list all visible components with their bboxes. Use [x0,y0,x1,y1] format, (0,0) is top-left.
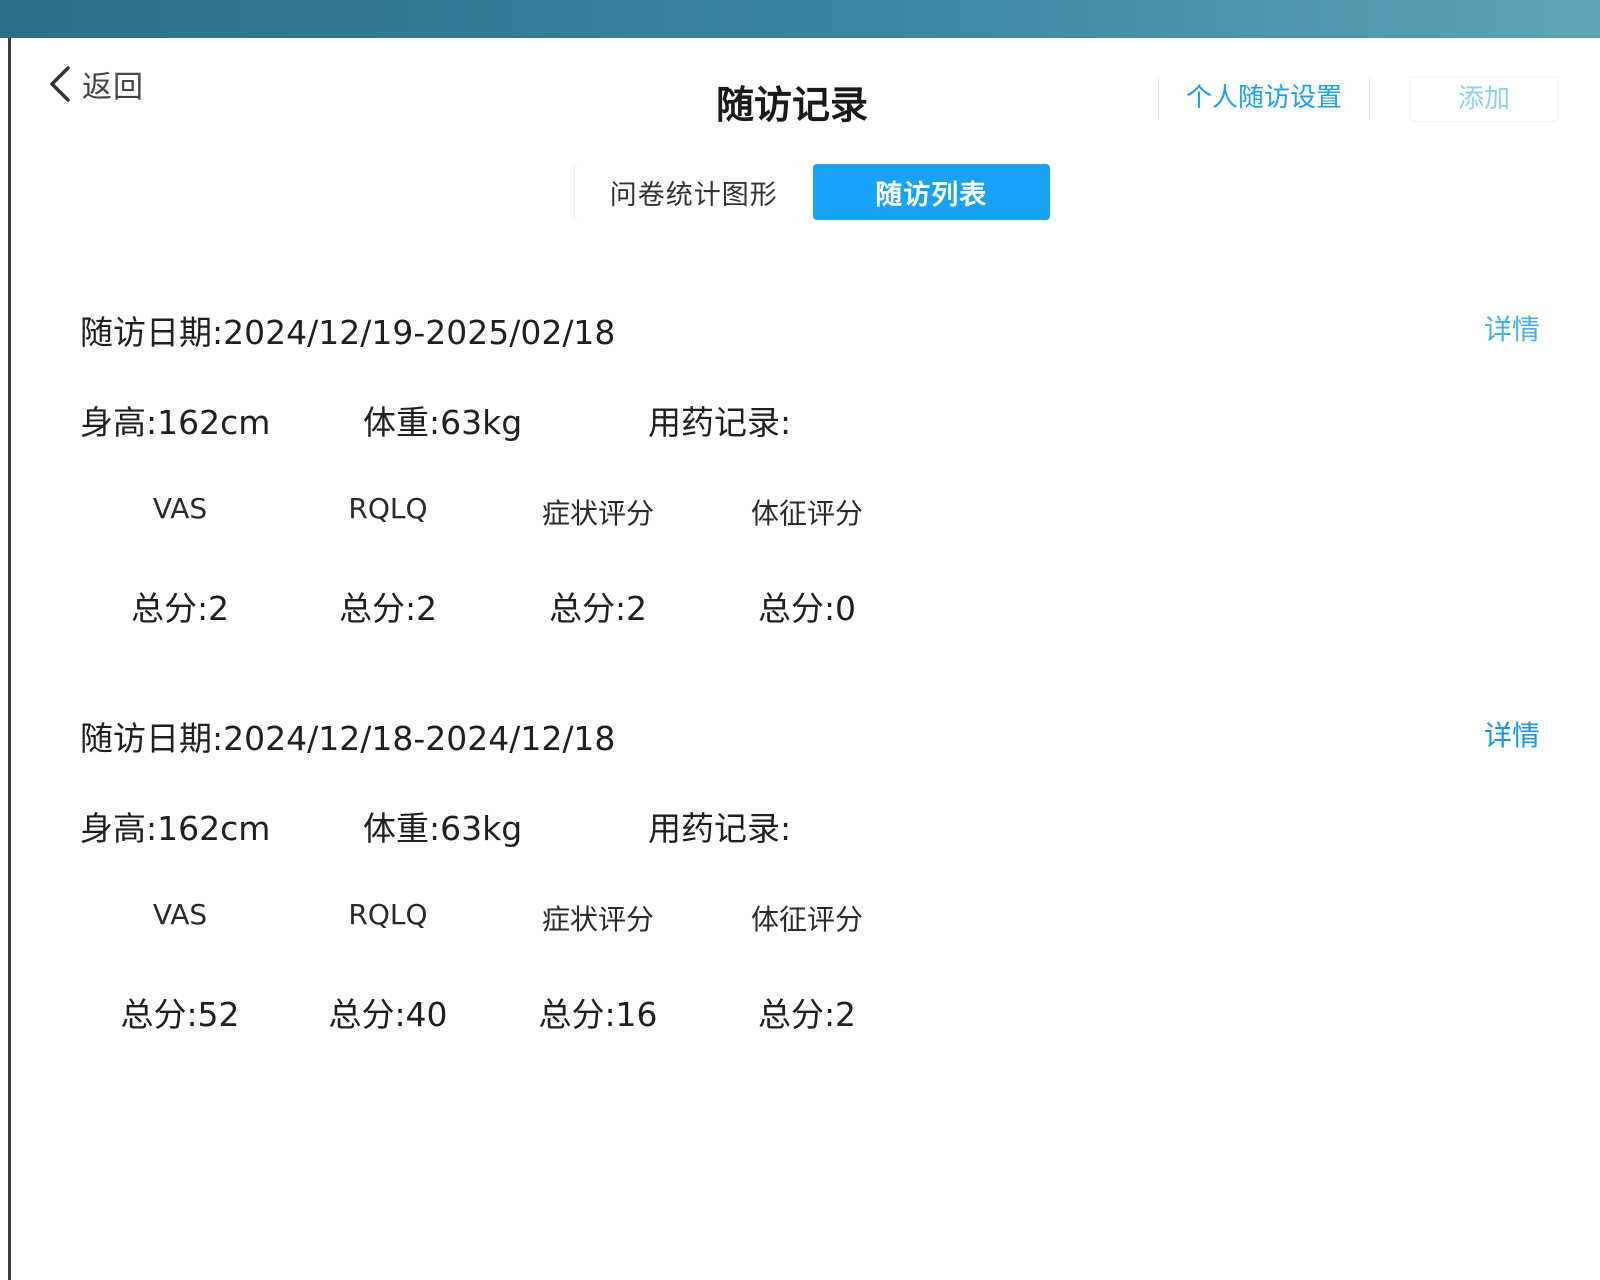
record-medication: 用药记录: [648,403,792,442]
followup-record: 随访日期:2024/12/18-2024/12/18 详情 身高:162cm 体… [80,712,1540,1072]
score-value-sign: 总分:2 [757,995,857,1034]
score-header-vas: VAS [152,898,208,931]
score-value-vas: 总分:2 [130,589,230,628]
score-value-sign: 总分:0 [757,589,857,628]
record-medication: 用药记录: [648,809,792,848]
score-header-symptom: 症状评分 [541,497,654,530]
score-header-sign: 体征评分 [750,497,863,530]
score-value-rqlq: 总分:40 [328,995,448,1034]
add-button[interactable]: 添加 [1410,76,1558,122]
personal-settings-button[interactable]: 个人随访设置 [1158,76,1370,120]
score-value-symptom: 总分:2 [548,589,648,628]
score-value-symptom: 总分:16 [538,995,658,1034]
score-header-vas: VAS [152,492,208,525]
record-height: 身高:162cm [80,403,271,442]
score-header-symptom: 症状评分 [541,903,654,936]
score-value-vas: 总分:52 [120,995,240,1034]
score-value-rqlq: 总分:2 [338,589,438,628]
record-date: 随访日期:2024/12/19-2025/02/18 [80,313,616,352]
record-date: 随访日期:2024/12/18-2024/12/18 [80,719,616,758]
detail-link[interactable]: 详情 [1484,714,1540,754]
score-header-rqlq: RQLQ [348,898,428,931]
tab-questionnaire-charts[interactable]: 问卷统计图形 [574,164,813,220]
tab-followup-list[interactable]: 随访列表 [812,164,1050,220]
status-bar [0,0,1600,38]
followup-record: 随访日期:2024/12/19-2025/02/18 详情 身高:162cm 体… [80,306,1540,666]
score-header-rqlq: RQLQ [348,492,428,525]
record-weight: 体重:63kg [363,809,523,848]
tab-bar: 问卷统计图形 随访列表 [574,164,1050,220]
record-weight: 体重:63kg [363,403,523,442]
score-header-sign: 体征评分 [750,903,863,936]
record-height: 身高:162cm [80,809,271,848]
detail-link[interactable]: 详情 [1484,308,1540,348]
